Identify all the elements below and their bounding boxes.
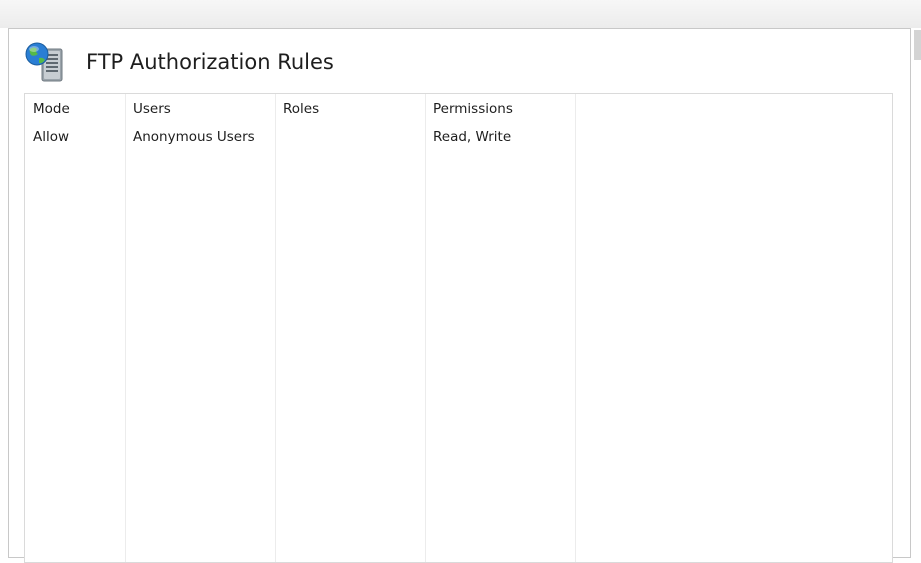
- ftp-authorization-globe-server-icon: [25, 42, 63, 82]
- column-header-permissions[interactable]: Permissions: [433, 100, 513, 118]
- feature-header: FTP Authorization Rules: [22, 40, 334, 84]
- table-row-users[interactable]: Anonymous Users: [133, 128, 255, 146]
- column-divider: [275, 94, 276, 562]
- column-header-mode[interactable]: Mode: [33, 100, 70, 118]
- column-divider: [575, 94, 576, 562]
- column-divider: [425, 94, 426, 562]
- authorization-rules-table: Mode Users Roles Permissions Allow Anony…: [24, 93, 893, 563]
- column-header-users[interactable]: Users: [133, 100, 171, 118]
- table-row-mode[interactable]: Allow: [33, 128, 69, 146]
- table-row-permissions[interactable]: Read, Write: [433, 128, 511, 146]
- column-header-roles[interactable]: Roles: [283, 100, 319, 118]
- column-divider: [125, 94, 126, 562]
- window-top-bar: [0, 0, 921, 28]
- scrollbar-thumb[interactable]: [914, 30, 921, 60]
- page-title: FTP Authorization Rules: [86, 50, 334, 74]
